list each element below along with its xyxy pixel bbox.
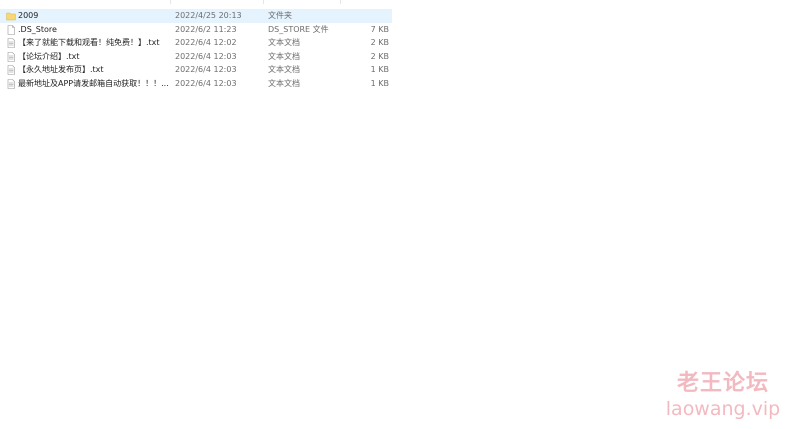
file-modified-date: 2022/6/4 12:03 <box>175 78 237 88</box>
column-separator[interactable] <box>340 0 341 4</box>
column-separator[interactable] <box>170 0 171 4</box>
column-header <box>0 0 800 4</box>
file-type: 文本文档 <box>268 78 300 88</box>
file-row[interactable]: 【永久地址发布页】.txt 2022/6/4 12:03 文本文档 1 KB <box>0 63 392 77</box>
file-size: 1 KB <box>370 78 389 88</box>
text-file-icon <box>6 79 16 89</box>
file-size: 2 KB <box>370 38 389 48</box>
file-name: 【永久地址发布页】.txt <box>18 65 104 75</box>
file-modified-date: 2022/6/4 12:02 <box>175 38 237 48</box>
file-size: 7 KB <box>370 24 389 34</box>
file-size: 1 KB <box>370 65 389 75</box>
file-name: 【论坛介绍】.txt <box>18 51 80 61</box>
folder-icon <box>6 11 16 21</box>
file-name: 【来了就能下载和观看！纯免费！】.txt <box>18 38 160 48</box>
text-file-icon <box>6 51 16 62</box>
file-row[interactable]: 【论坛介绍】.txt 2022/6/4 12:03 文本文档 2 KB <box>0 50 392 64</box>
file-explorer: 2009 2022/4/25 20:13 文件夹 .DS_Store 2022/… <box>0 0 800 429</box>
text-file-icon <box>6 65 16 76</box>
file-modified-date: 2022/6/4 12:03 <box>175 51 237 61</box>
file-type: 文本文档 <box>268 38 300 48</box>
file-name: .DS_Store <box>18 24 57 34</box>
file-name: 2009 <box>18 11 39 20</box>
file-icon <box>6 24 16 35</box>
file-modified-date: 2022/6/4 12:03 <box>175 65 237 75</box>
text-file-icon <box>6 38 16 48</box>
file-row[interactable]: 2009 2022/4/25 20:13 文件夹 <box>0 9 392 23</box>
file-name: 最新地址及APP请发邮箱自动获取！！！.... <box>18 78 168 88</box>
file-modified-date: 2022/4/25 20:13 <box>175 11 242 20</box>
file-size <box>340 9 389 23</box>
file-type: DS_STORE 文件 <box>268 24 329 34</box>
file-type: 文本文档 <box>268 51 300 61</box>
column-separator[interactable] <box>263 0 264 4</box>
file-row[interactable]: .DS_Store 2022/6/2 11:23 DS_STORE 文件 7 K… <box>0 23 392 37</box>
file-row[interactable]: 【来了就能下载和观看！纯免费！】.txt 2022/6/4 12:02 文本文档… <box>0 36 392 50</box>
file-type: 文本文档 <box>268 65 300 75</box>
watermark-title: 老王论坛 <box>676 371 769 396</box>
file-modified-date: 2022/6/2 11:23 <box>175 24 237 34</box>
file-size: 2 KB <box>370 51 389 61</box>
watermark-url: laowang.vip <box>665 398 781 420</box>
file-list: 2009 2022/4/25 20:13 文件夹 .DS_Store 2022/… <box>0 9 800 91</box>
file-type: 文件夹 <box>268 11 292 20</box>
watermark: 老王论坛 laowang.vip <box>658 371 788 421</box>
file-row[interactable]: 最新地址及APP请发邮箱自动获取！！！.... 2022/6/4 12:03 文… <box>0 77 392 91</box>
